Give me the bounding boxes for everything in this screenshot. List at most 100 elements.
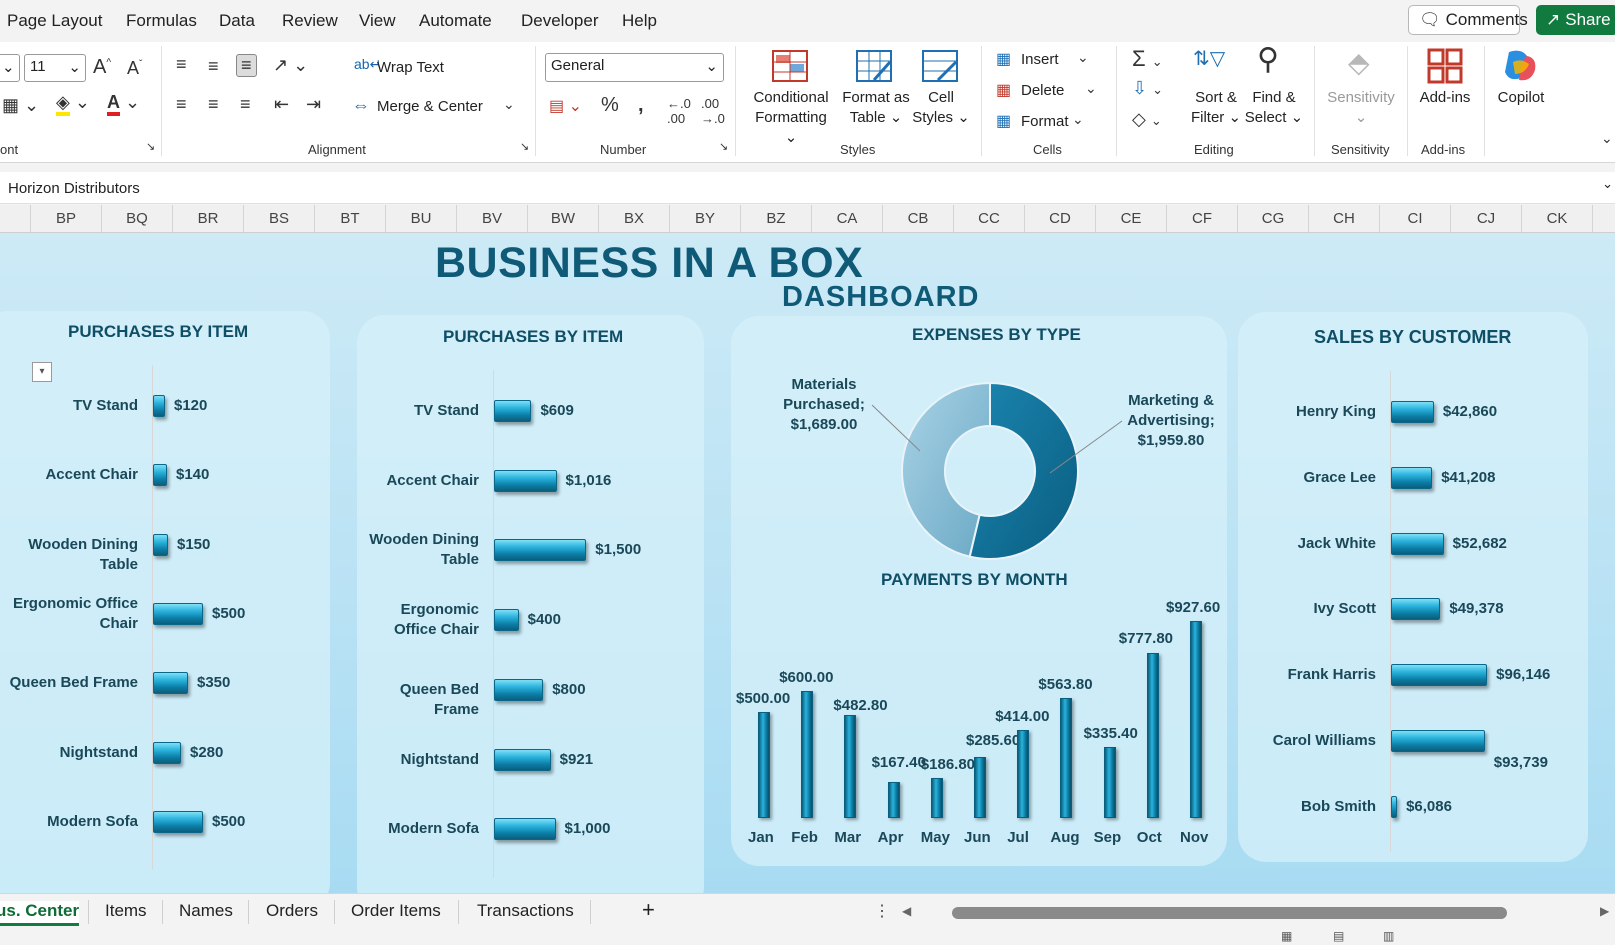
borders-icon[interactable]: ▦ ⌄ [2, 95, 39, 116]
filter-dropdown-button[interactable]: ▾ [32, 362, 52, 382]
sheet-tab-active[interactable]: us. Center [0, 901, 80, 926]
scroll-left-icon[interactable]: ◀ [902, 904, 911, 918]
comma-style-icon[interactable]: , [638, 94, 644, 117]
column-header[interactable]: BQ [102, 205, 173, 233]
percent-icon[interactable]: % [601, 94, 619, 117]
decrease-decimal-icon[interactable]: .00 →.0 [701, 96, 725, 126]
fill-color-icon[interactable]: ◈ ⌄ [56, 92, 90, 116]
column-header[interactable]: E [0, 205, 31, 233]
copilot-button[interactable]: Copilot [1488, 88, 1554, 108]
menu-developer[interactable]: Developer [521, 11, 599, 31]
sort-filter-button[interactable]: Sort & Filter ⌄ [1186, 88, 1246, 128]
column-header[interactable]: BY [670, 205, 741, 233]
column-header[interactable]: CB [883, 205, 954, 233]
column-header[interactable]: CD [1025, 205, 1096, 233]
dialog-launcher-icon[interactable]: ↘ [719, 140, 728, 153]
merge-center-button[interactable]: Merge & Center [377, 98, 483, 115]
sheet-tab-items[interactable]: Items [105, 901, 147, 921]
increase-indent-icon[interactable]: ⇥ [306, 94, 321, 115]
dialog-launcher-icon[interactable]: ↘ [146, 140, 155, 153]
menu-automate[interactable]: Automate [419, 11, 492, 31]
delete-button[interactable]: Delete [1021, 82, 1064, 99]
menu-review[interactable]: Review [282, 11, 338, 31]
decrease-font-icon[interactable]: Aˇ [127, 58, 142, 79]
column-header[interactable]: BP [31, 205, 102, 233]
column-header[interactable]: BT [315, 205, 386, 233]
menu-formulas[interactable]: Formulas [126, 11, 197, 31]
conditional-formatting-button[interactable]: Conditional Formatting ⌄ [750, 88, 832, 148]
column-header[interactable]: BW [528, 205, 599, 233]
column-header[interactable]: BX [599, 205, 670, 233]
menu-help[interactable]: Help [622, 11, 657, 31]
chevron-down-icon[interactable]: ⌄ [1072, 111, 1084, 128]
font-size-dropdown[interactable]: 11 ⌄ [24, 54, 86, 82]
font-name-dropdown[interactable]: ⌄ [0, 54, 20, 82]
insert-button[interactable]: Insert [1021, 51, 1059, 68]
column-header[interactable]: CK [1522, 205, 1593, 233]
sheet-tab-transactions[interactable]: Transactions [477, 901, 574, 921]
column-header[interactable]: BS [244, 205, 315, 233]
formula-bar[interactable]: Horizon Distributors ⌄ [0, 172, 1615, 204]
column-header[interactable]: BU [386, 205, 457, 233]
align-top-icon[interactable]: ≡ [176, 54, 187, 75]
column-header[interactable]: CG [1238, 205, 1309, 233]
horizontal-scrollbar-thumb[interactable] [952, 907, 1507, 919]
share-button[interactable]: ↗ Share [1536, 5, 1615, 35]
bar-category-label: TV Stand [72, 397, 138, 414]
dialog-launcher-icon[interactable]: ↘ [520, 140, 529, 153]
chevron-down-icon[interactable]: ⌄ [503, 96, 515, 113]
increase-font-icon[interactable]: A^ [93, 56, 111, 79]
number-format-dropdown[interactable]: General ⌄ [545, 53, 724, 82]
bar-category-label: Frank Harris [1287, 666, 1376, 684]
bar [494, 609, 519, 632]
column-header[interactable]: CF [1167, 205, 1238, 233]
page-layout-view-icon[interactable]: ▤ [1333, 929, 1344, 943]
wrap-text-button[interactable]: Wrap Text [377, 59, 444, 76]
sheet-tab-names[interactable]: Names [179, 901, 233, 921]
fill-icon[interactable]: ⇩ ⌄ [1132, 78, 1163, 99]
column-header[interactable]: CA [812, 205, 883, 233]
expand-formula-bar-icon[interactable]: ⌄ [1602, 176, 1613, 192]
page-break-view-icon[interactable]: ▥ [1383, 929, 1394, 943]
column-header[interactable]: CI [1380, 205, 1451, 233]
column-header[interactable]: BV [457, 205, 528, 233]
dashboard-sheet[interactable]: BUSINESS IN A BOX DASHBOARD PURCHASES BY… [0, 233, 1615, 893]
clear-icon[interactable]: ◇ ⌄ [1132, 109, 1162, 130]
column-header[interactable]: CC [954, 205, 1025, 233]
sensitivity-button[interactable]: Sensitivity ⌄ [1324, 88, 1398, 128]
more-options-icon[interactable]: ⋮ [874, 901, 890, 921]
increase-decimal-icon[interactable]: ←.0.00 [667, 96, 691, 126]
align-center-icon[interactable]: ≡ [208, 94, 219, 115]
sheet-tab-orders[interactable]: Orders [266, 901, 318, 921]
menu-page-layout[interactable]: Page Layout [7, 11, 102, 31]
chevron-down-icon[interactable]: ⌄ [1077, 49, 1089, 66]
column-header[interactable]: BZ [741, 205, 812, 233]
comments-button[interactable]: 🗨 Comments [1408, 5, 1528, 35]
align-left-icon[interactable]: ≡ [176, 94, 187, 115]
add-sheet-button[interactable]: + [642, 897, 655, 923]
menu-data[interactable]: Data [219, 11, 255, 31]
align-bottom-icon[interactable]: ≡ [236, 54, 257, 77]
format-as-table-button[interactable]: Format as Table ⌄ [838, 88, 914, 128]
collapse-ribbon-icon[interactable]: ⌄ [1601, 130, 1613, 147]
column-header[interactable]: CH [1309, 205, 1380, 233]
normal-view-icon[interactable]: ▦ [1281, 929, 1292, 943]
cell-styles-button[interactable]: Cell Styles ⌄ [911, 88, 971, 128]
scroll-right-icon[interactable]: ▶ [1600, 904, 1609, 918]
accounting-format-icon[interactable]: ▤ ⌄ [549, 96, 582, 116]
column-header[interactable]: BR [173, 205, 244, 233]
chevron-down-icon[interactable]: ⌄ [1085, 80, 1097, 97]
format-button[interactable]: Format [1021, 113, 1069, 130]
align-middle-icon[interactable]: ≡ [208, 56, 219, 77]
column-header[interactable]: CE [1096, 205, 1167, 233]
column-header[interactable]: CJ [1451, 205, 1522, 233]
sheet-tab-order-items[interactable]: Order Items [351, 901, 441, 921]
autosum-icon[interactable]: Σ ⌄ [1132, 46, 1163, 72]
orientation-icon[interactable]: ↗ ⌄ [273, 55, 308, 76]
align-right-icon[interactable]: ≡ [240, 94, 251, 115]
decrease-indent-icon[interactable]: ⇤ [274, 94, 289, 115]
addins-button[interactable]: Add-ins [1412, 88, 1478, 108]
find-select-button[interactable]: Find & Select ⌄ [1243, 88, 1305, 128]
menu-view[interactable]: View [359, 11, 396, 31]
font-color-icon[interactable]: A ⌄ [107, 92, 140, 116]
